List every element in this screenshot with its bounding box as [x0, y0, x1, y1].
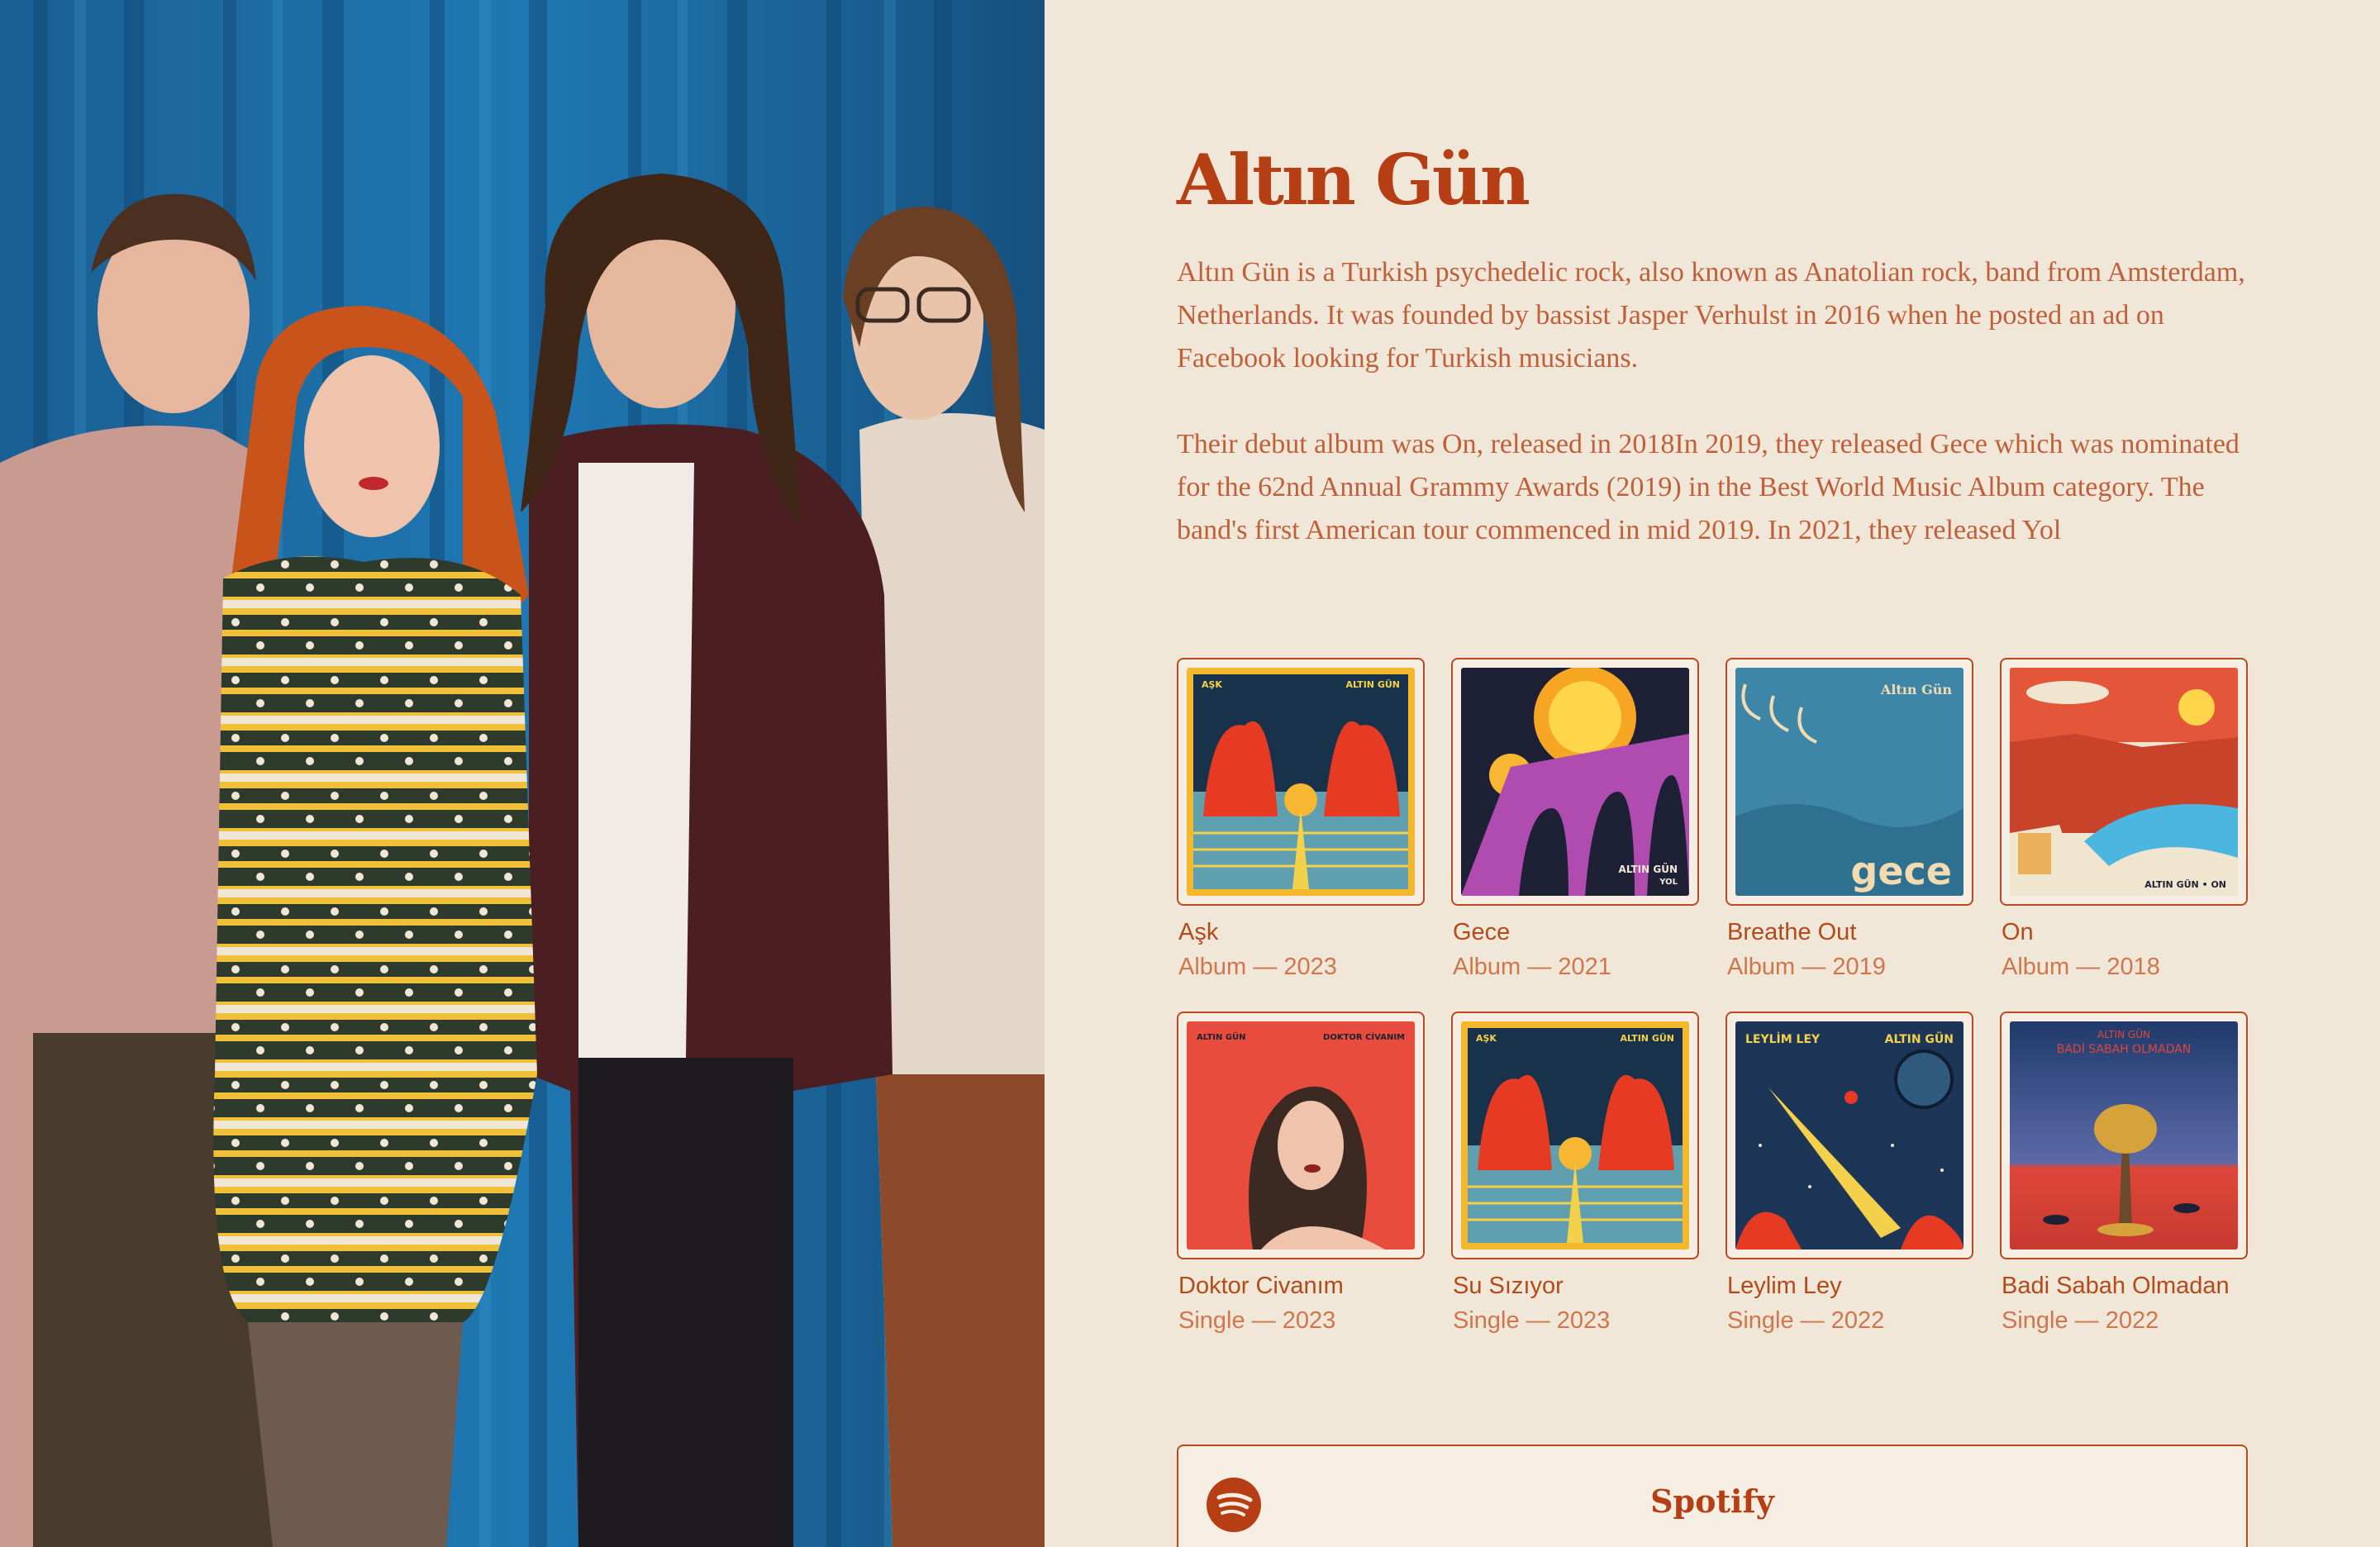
spotify-button[interactable]: Spotify [1177, 1445, 2248, 1547]
cover-text: ALTIN GÜN • ON [2144, 878, 2226, 890]
release-meta: Single — 2023 [1453, 1307, 1611, 1334]
album-cover[interactable]: AŞK ALTIN GÜN [1451, 1011, 1699, 1259]
cover-text: ALTIN GÜN [1885, 1031, 1954, 1046]
cover-text: ALTIN GÜN [1197, 1031, 1246, 1042]
cover-text: ALTIN GÜN [2097, 1027, 2150, 1040]
album-artwork: ALTIN GÜN YOL [1461, 668, 1689, 896]
cover-text: ALTIN GÜN [1620, 1032, 1674, 1044]
album-artwork: AŞK ALTIN GÜN [1187, 668, 1415, 896]
release-title[interactable]: Badi Sabah Olmadan [2002, 1273, 2230, 1300]
band-photo [0, 0, 1045, 1547]
artist-content: Altın Gün Altın Gün is a Turkish psyched… [1177, 0, 2248, 1547]
album-cover[interactable]: Altın Gün gece [1726, 658, 1973, 906]
release-title[interactable]: On [2002, 919, 2034, 946]
album-artwork: ALTIN GÜN DOKTOR CİVANIM [1187, 1021, 1415, 1250]
release-meta: Album — 2018 [2002, 954, 2160, 980]
release-title[interactable]: Doktor Civanım [1178, 1273, 1344, 1300]
album-cover[interactable]: LEYLİM LEY ALTIN GÜN [1726, 1011, 1973, 1259]
album-artwork: LEYLİM LEY ALTIN GÜN [1735, 1021, 1963, 1250]
album-cover[interactable]: AŞK ALTIN GÜN [1177, 658, 1425, 906]
release-meta: Single — 2022 [2002, 1307, 2159, 1334]
album-artwork: ALTIN GÜN BADİ SABAH OLMADAN [2010, 1021, 2238, 1250]
album-artwork: ALTIN GÜN • ON [2010, 668, 2238, 896]
release-title[interactable]: Breathe Out [1727, 919, 1856, 946]
cover-text: DOKTOR CİVANIM [1323, 1031, 1405, 1042]
artist-name: Altın Gün [1177, 139, 1530, 221]
cover-text: AŞK [1476, 1033, 1497, 1044]
release-title[interactable]: Su Sızıyor [1453, 1273, 1564, 1300]
artist-bio-paragraph: Altın Gün is a Turkish psychedelic rock,… [1177, 257, 2245, 374]
album-cover[interactable]: ALTIN GÜN BADİ SABAH OLMADAN [2000, 1011, 2248, 1259]
release-meta: Album — 2019 [1727, 954, 1886, 980]
album-cover[interactable]: ALTIN GÜN YOL [1451, 658, 1699, 906]
cover-text: Altın Gün [1880, 682, 1952, 697]
release-title[interactable]: Aşk [1178, 919, 1218, 946]
spotify-label: Spotify [1650, 1483, 1774, 1520]
cover-text: LEYLİM LEY [1745, 1032, 1821, 1046]
release-meta: Album — 2023 [1178, 954, 1337, 980]
cover-text: ALTIN GÜN [1345, 678, 1400, 690]
cover-text: AŞK [1202, 679, 1222, 690]
release-meta: Single — 2023 [1178, 1307, 1336, 1334]
artist-bio-paragraph: Their debut album was On, released in 20… [1177, 429, 2240, 545]
album-artwork: Altın Gün gece [1735, 668, 1963, 896]
cover-text: gece [1850, 849, 1952, 893]
release-title[interactable]: Gece [1453, 919, 1510, 946]
release-meta: Album — 2021 [1453, 954, 1611, 980]
album-artwork: AŞK ALTIN GÜN [1461, 1021, 1689, 1250]
cover-text: ALTIN GÜN [1619, 863, 1678, 875]
album-cover[interactable]: ALTIN GÜN DOKTOR CİVANIM [1177, 1011, 1425, 1259]
album-cover[interactable]: ALTIN GÜN • ON [2000, 658, 2248, 906]
cover-text: BADİ SABAH OLMADAN [2057, 1041, 2191, 1056]
release-meta: Single — 2022 [1727, 1307, 1885, 1334]
cover-text: YOL [1659, 878, 1678, 887]
release-title[interactable]: Leylim Ley [1727, 1273, 1842, 1300]
